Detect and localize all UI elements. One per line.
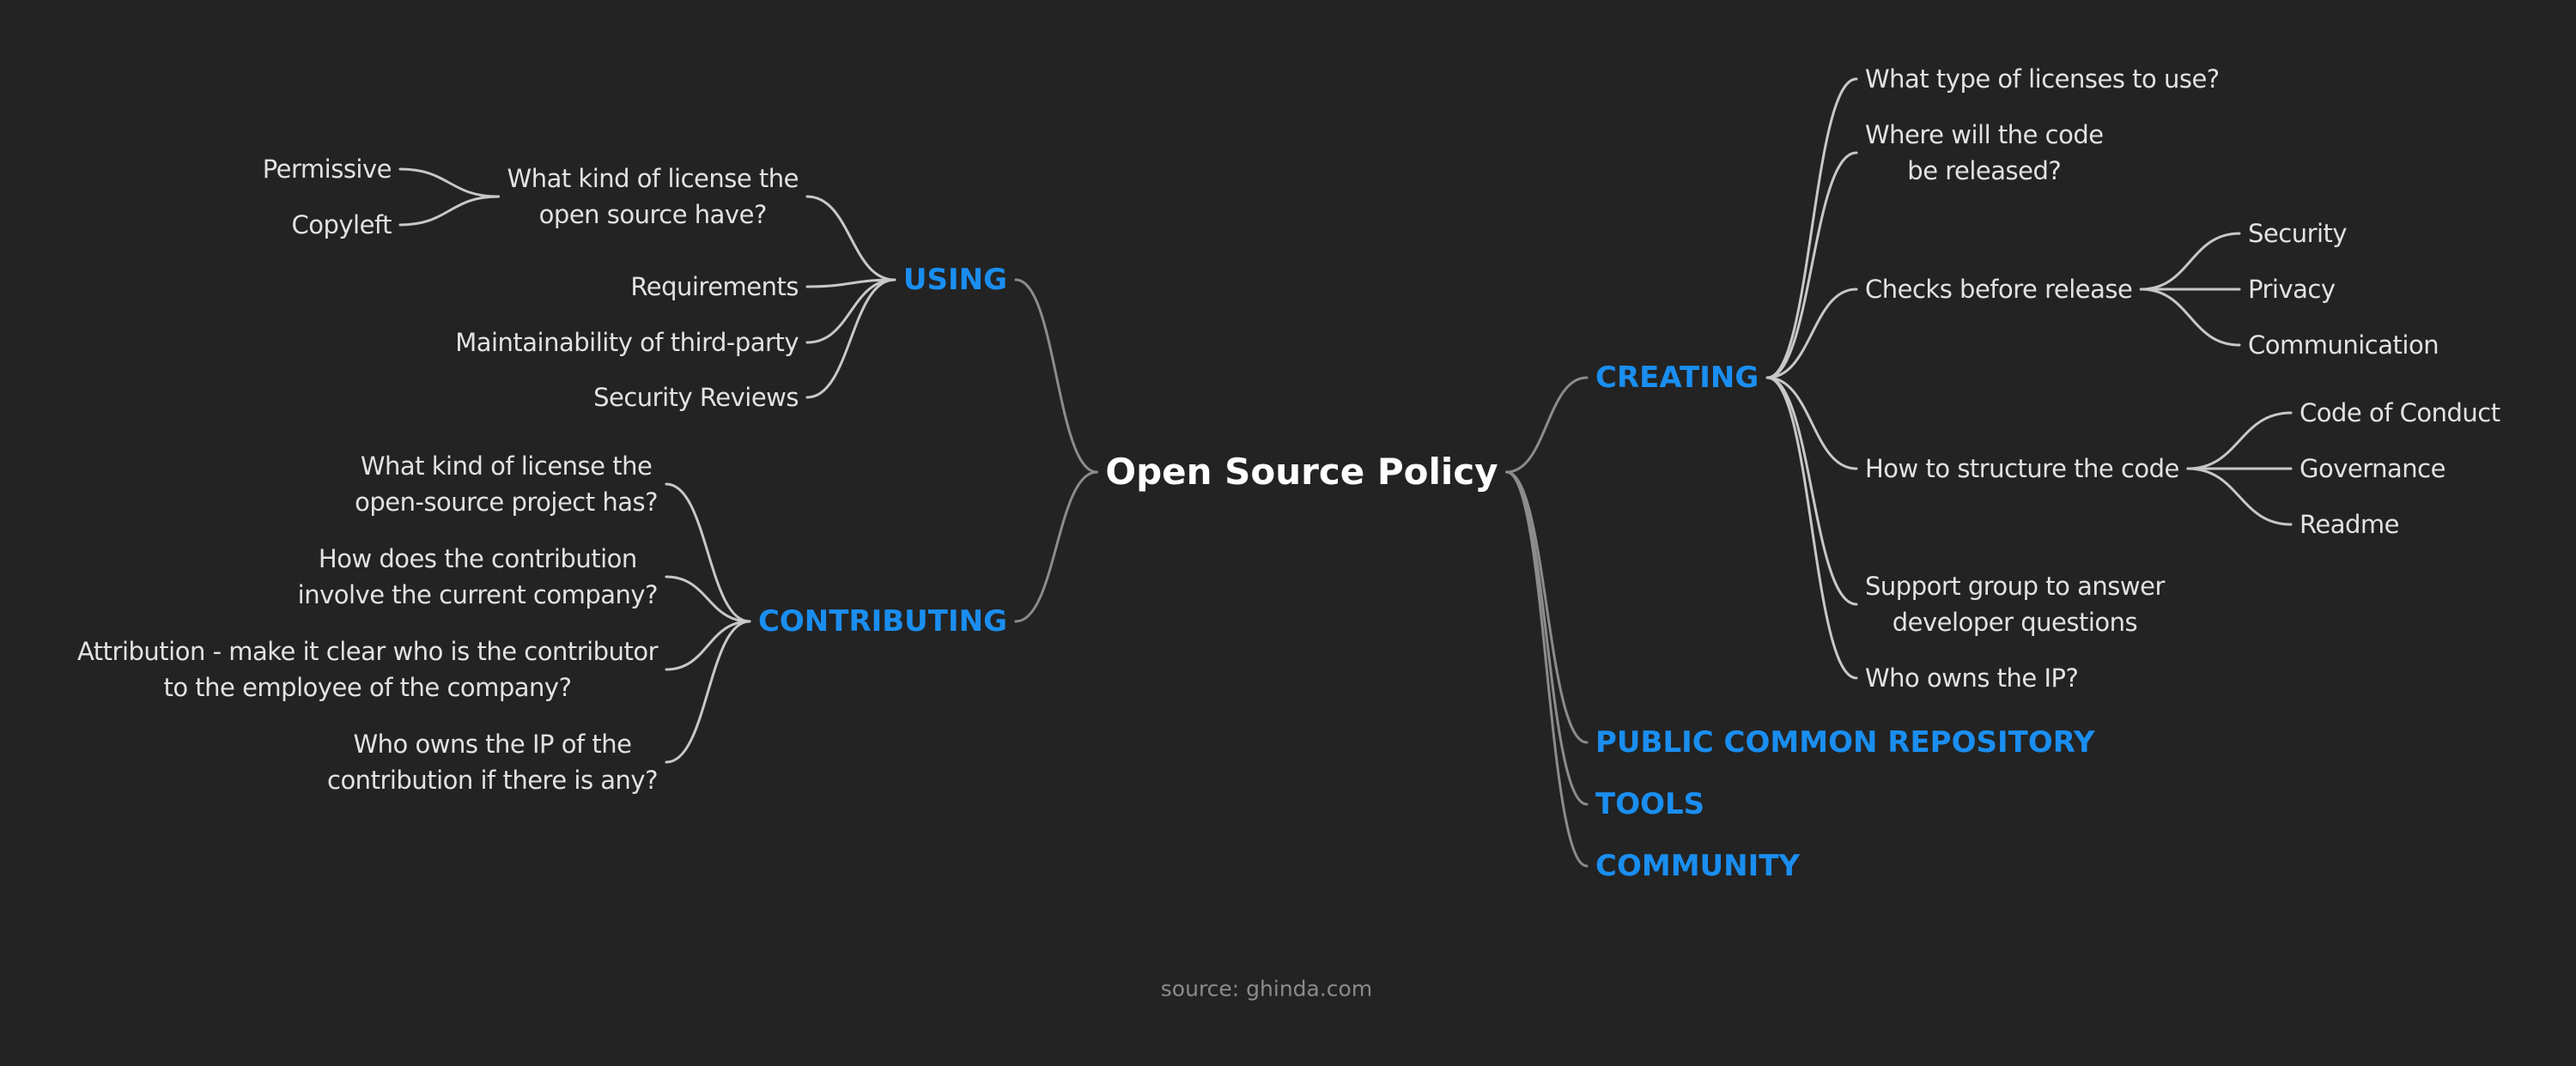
subtopic-where-released[interactable]: Where will the code be released? [1865,117,2104,189]
connector-using-to-using-security-reviews [805,278,896,399]
connector-creating-to-creating-where [1765,151,1858,379]
main-topic-tools[interactable]: TOOLS [1595,786,1704,822]
subtopic-contrib-ip[interactable]: Who owns the IP of the contribution if t… [327,726,659,798]
subtopic-permissive[interactable]: Permissive [263,151,392,187]
connector-using-license-to-using-permissive [398,167,501,198]
connector-creating-structure-to-structure-coc [2186,411,2293,470]
connector-root-to-creating [1505,376,1589,474]
subtopic-who-owns-ip[interactable]: Who owns the IP? [1865,660,2079,696]
main-topic-community[interactable]: COMMUNITY [1595,848,1800,884]
main-topic-using[interactable]: USING [903,262,1007,298]
connector-using-to-using-maintainability [805,278,896,344]
connector-creating-to-creating-support [1765,376,1858,606]
subtopic-license-type[interactable]: What type of licenses to use? [1865,61,2220,97]
root-topic[interactable]: Open Source Policy [1105,454,1498,490]
subtopic-governance[interactable]: Governance [2300,451,2445,487]
connector-using-license-to-using-copyleft [398,195,501,227]
connector-root-to-public-repo [1505,470,1589,744]
connector-creating-to-creating-checks [1765,288,1858,379]
subtopic-privacy[interactable]: Privacy [2248,271,2336,307]
subtopic-contrib-company[interactable]: How does the contribution involve the cu… [298,541,659,613]
connector-contributing-to-contrib-ip [665,620,751,764]
connector-root-to-contributing [1014,470,1098,623]
mind-map-canvas: Open Source Policy USING What kind of li… [0,0,2576,1066]
subtopic-requirements[interactable]: Requirements [630,269,799,305]
subtopic-contrib-license[interactable]: What kind of license the open-source pro… [355,448,658,520]
subtopic-structure-code[interactable]: How to structure the code [1865,451,2179,487]
connector-creating-structure-to-structure-readme [2186,467,2293,526]
connector-using-to-using-license [805,195,896,282]
connector-creating-checks-to-checks-communication [2139,288,2241,347]
connector-root-to-community [1505,470,1589,868]
subtopic-copyleft[interactable]: Copyleft [291,207,392,243]
subtopic-checks-before-release[interactable]: Checks before release [1865,271,2133,307]
connector-creating-checks-to-checks-security [2139,232,2241,291]
subtopic-communication[interactable]: Communication [2248,327,2439,363]
connector-root-to-using [1014,278,1098,474]
subtopic-security-reviews[interactable]: Security Reviews [593,379,799,415]
connector-root-to-tools [1505,470,1589,806]
connector-contributing-to-contrib-company [665,575,751,623]
subtopic-contrib-attribution[interactable]: Attribution - make it clear who is the c… [77,633,659,706]
connector-contributing-to-contrib-attribution [665,620,751,671]
subtopic-readme[interactable]: Readme [2300,506,2399,542]
source-credit: source: ghinda.com [1160,976,1373,1002]
subtopic-support-group[interactable]: Support group to answer developer questi… [1865,568,2165,640]
subtopic-security[interactable]: Security [2248,215,2348,251]
connector-creating-to-creating-structure [1765,376,1858,470]
subtopic-using-license[interactable]: What kind of license the open source hav… [507,161,799,233]
main-topic-public-common-repository[interactable]: PUBLIC COMMON REPOSITORY [1595,724,2095,760]
subtopic-code-of-conduct[interactable]: Code of Conduct [2300,395,2500,431]
main-topic-creating[interactable]: CREATING [1595,360,1759,396]
main-topic-contributing[interactable]: CONTRIBUTING [758,603,1007,639]
subtopic-maintainability[interactable]: Maintainability of third-party [455,324,799,360]
